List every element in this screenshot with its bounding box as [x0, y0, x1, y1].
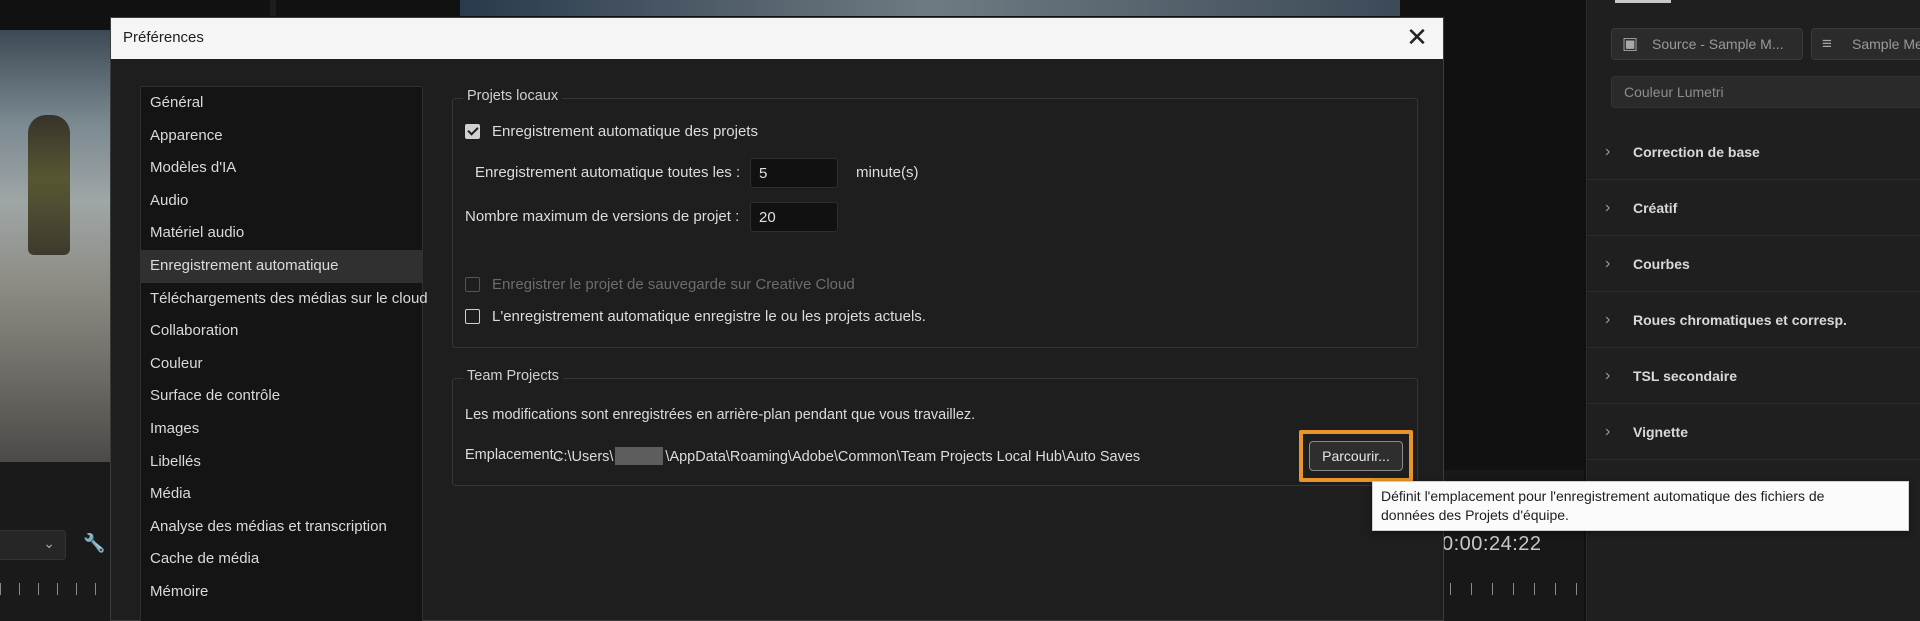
- team-projects-description: Les modifications sont enregistrées en a…: [465, 407, 976, 423]
- source-clip-tab-label: Source - Sample M...: [1652, 36, 1784, 52]
- timeline-ruler-right: [1450, 583, 1580, 595]
- interval-input[interactable]: [750, 158, 838, 188]
- section-label: Correction de base: [1633, 143, 1760, 160]
- category-list: Général Apparence Modèles d'IA Audio Matérie…: [140, 86, 428, 621]
- section-label: Vignette: [1633, 423, 1688, 440]
- panel-divider: [270, 0, 276, 16]
- auto-save-checkbox[interactable]: [465, 124, 480, 139]
- category-item[interactable]: Couleur: [141, 348, 422, 381]
- section-label: Roues chromatiques et corresp.: [1633, 311, 1847, 328]
- cloud-backup-label: Enregistrer le projet de sauvegarde sur …: [492, 276, 855, 293]
- section-label: TSL secondaire: [1633, 367, 1738, 384]
- browse-button[interactable]: Parcourir...: [1309, 441, 1403, 471]
- section-label: Courbes: [1633, 255, 1690, 272]
- dialog-titlebar: Préférences ✕: [111, 18, 1443, 59]
- clip-icon: ▣: [1622, 34, 1639, 53]
- sequence-clip-tab-label: Sample Me: [1852, 36, 1920, 52]
- category-item[interactable]: Mémoire: [141, 576, 422, 609]
- tooltip-line-2: données des Projets d'équipe.: [1381, 507, 1569, 523]
- category-item[interactable]: Média: [141, 478, 422, 511]
- lumetri-sections: › Correction de base › Créatif › Courbes › R…: [1587, 124, 1920, 460]
- close-button[interactable]: ✕: [1401, 23, 1433, 53]
- section-hsl-secondary[interactable]: › TSL secondaire: [1587, 348, 1920, 404]
- category-item[interactable]: Cache de média: [141, 543, 422, 576]
- tooltip-line-1: Définit l'emplacement pour l'enregistrem…: [1381, 488, 1825, 504]
- max-versions-label: Nombre maximum de versions de projet :: [465, 208, 740, 225]
- path-suffix: \AppData\Roaming\Adobe\Common\Team Proje…: [665, 449, 1141, 465]
- source-clip-tab[interactable]: ▣ Source - Sample M...: [1611, 28, 1803, 60]
- section-vignette[interactable]: › Vignette: [1587, 404, 1920, 460]
- active-tab-indicator: [1615, 0, 1671, 3]
- cloud-backup-checkbox-row[interactable]: Enregistrer le projet de sauvegarde sur …: [465, 276, 855, 293]
- chevron-right-icon: ›: [1605, 366, 1611, 384]
- max-versions-input[interactable]: [750, 202, 838, 232]
- category-item[interactable]: Matériel audio: [141, 217, 422, 250]
- category-item[interactable]: Libellés: [141, 446, 422, 479]
- local-projects-legend: Projets locaux: [463, 88, 563, 104]
- chevron-right-icon: ›: [1605, 254, 1611, 272]
- dialog-title: Préférences: [123, 29, 204, 46]
- category-item[interactable]: Analyse des médias et transcription: [141, 511, 422, 544]
- category-item[interactable]: Apparence: [141, 120, 422, 153]
- cloud-backup-checkbox[interactable]: [465, 277, 480, 292]
- location-label: Emplacement :: [465, 447, 562, 463]
- auto-save-checkbox-row[interactable]: Enregistrement automatique des projets: [465, 123, 758, 140]
- interval-label: Enregistrement automatique toutes les :: [475, 164, 741, 181]
- category-item[interactable]: Collaboration: [141, 315, 422, 348]
- category-item[interactable]: Audio: [141, 185, 422, 218]
- location-path: C:\Users\ \AppData\Roaming\Adobe\Common\T…: [553, 447, 1140, 465]
- section-label: Créatif: [1633, 199, 1678, 216]
- zoom-dropdown[interactable]: ⌄: [0, 530, 66, 560]
- lumetri-title-field[interactable]: Couleur Lumetri: [1611, 76, 1920, 108]
- chevron-right-icon: ›: [1605, 198, 1611, 216]
- chevron-down-icon: ⌄: [43, 535, 55, 551]
- section-curves[interactable]: › Courbes: [1587, 236, 1920, 292]
- current-projects-checkbox-row[interactable]: L'enregistrement automatique enregistre …: [465, 308, 926, 325]
- current-projects-label: L'enregistrement automatique enregistre …: [492, 308, 926, 325]
- chevron-right-icon: ›: [1605, 142, 1611, 160]
- sequence-icon: ≡: [1822, 34, 1832, 53]
- category-item[interactable]: Enregistrement automatique: [141, 249, 422, 283]
- team-projects-group: Team Projects Les modifications sont enr…: [452, 368, 1418, 486]
- section-creative[interactable]: › Créatif: [1587, 180, 1920, 236]
- local-projects-group: Projets locaux Enregistrement automatiqu…: [452, 88, 1418, 348]
- category-item[interactable]: Surface de contrôle: [141, 380, 422, 413]
- current-projects-checkbox[interactable]: [465, 309, 480, 324]
- browse-tooltip: Définit l'emplacement pour l'enregistrem…: [1372, 481, 1909, 531]
- timeline-ruler-left: [0, 583, 110, 595]
- redacted-username: [615, 447, 664, 465]
- team-projects-legend: Team Projects: [463, 368, 563, 384]
- auto-save-label: Enregistrement automatique des projets: [492, 123, 758, 140]
- video-frame-figure: [28, 115, 70, 255]
- category-item[interactable]: Images: [141, 413, 422, 446]
- preferences-dialog: Préférences ✕ Général Apparence Modèles d'…: [110, 17, 1444, 621]
- chevron-right-icon: ›: [1605, 422, 1611, 440]
- category-item[interactable]: Modèles d'IA: [141, 152, 422, 185]
- timecode-display: 0:00:24:22: [1442, 533, 1542, 555]
- section-basic-correction[interactable]: › Correction de base: [1587, 124, 1920, 180]
- section-color-wheels[interactable]: › Roues chromatiques et corresp.: [1587, 292, 1920, 348]
- interval-unit: minute(s): [856, 164, 919, 181]
- program-monitor-preview: [460, 0, 1400, 16]
- chevron-right-icon: ›: [1605, 310, 1611, 328]
- sequence-clip-tab[interactable]: ≡ Sample Me: [1811, 28, 1920, 60]
- category-item[interactable]: Général: [141, 87, 422, 120]
- category-item[interactable]: Téléchargements des médias sur le cloud: [141, 283, 428, 316]
- path-prefix: C:\Users\: [553, 449, 614, 465]
- source-monitor-thumbnail: [0, 30, 110, 462]
- wrench-icon[interactable]: 🔧: [83, 533, 105, 554]
- close-icon: ✕: [1406, 22, 1428, 52]
